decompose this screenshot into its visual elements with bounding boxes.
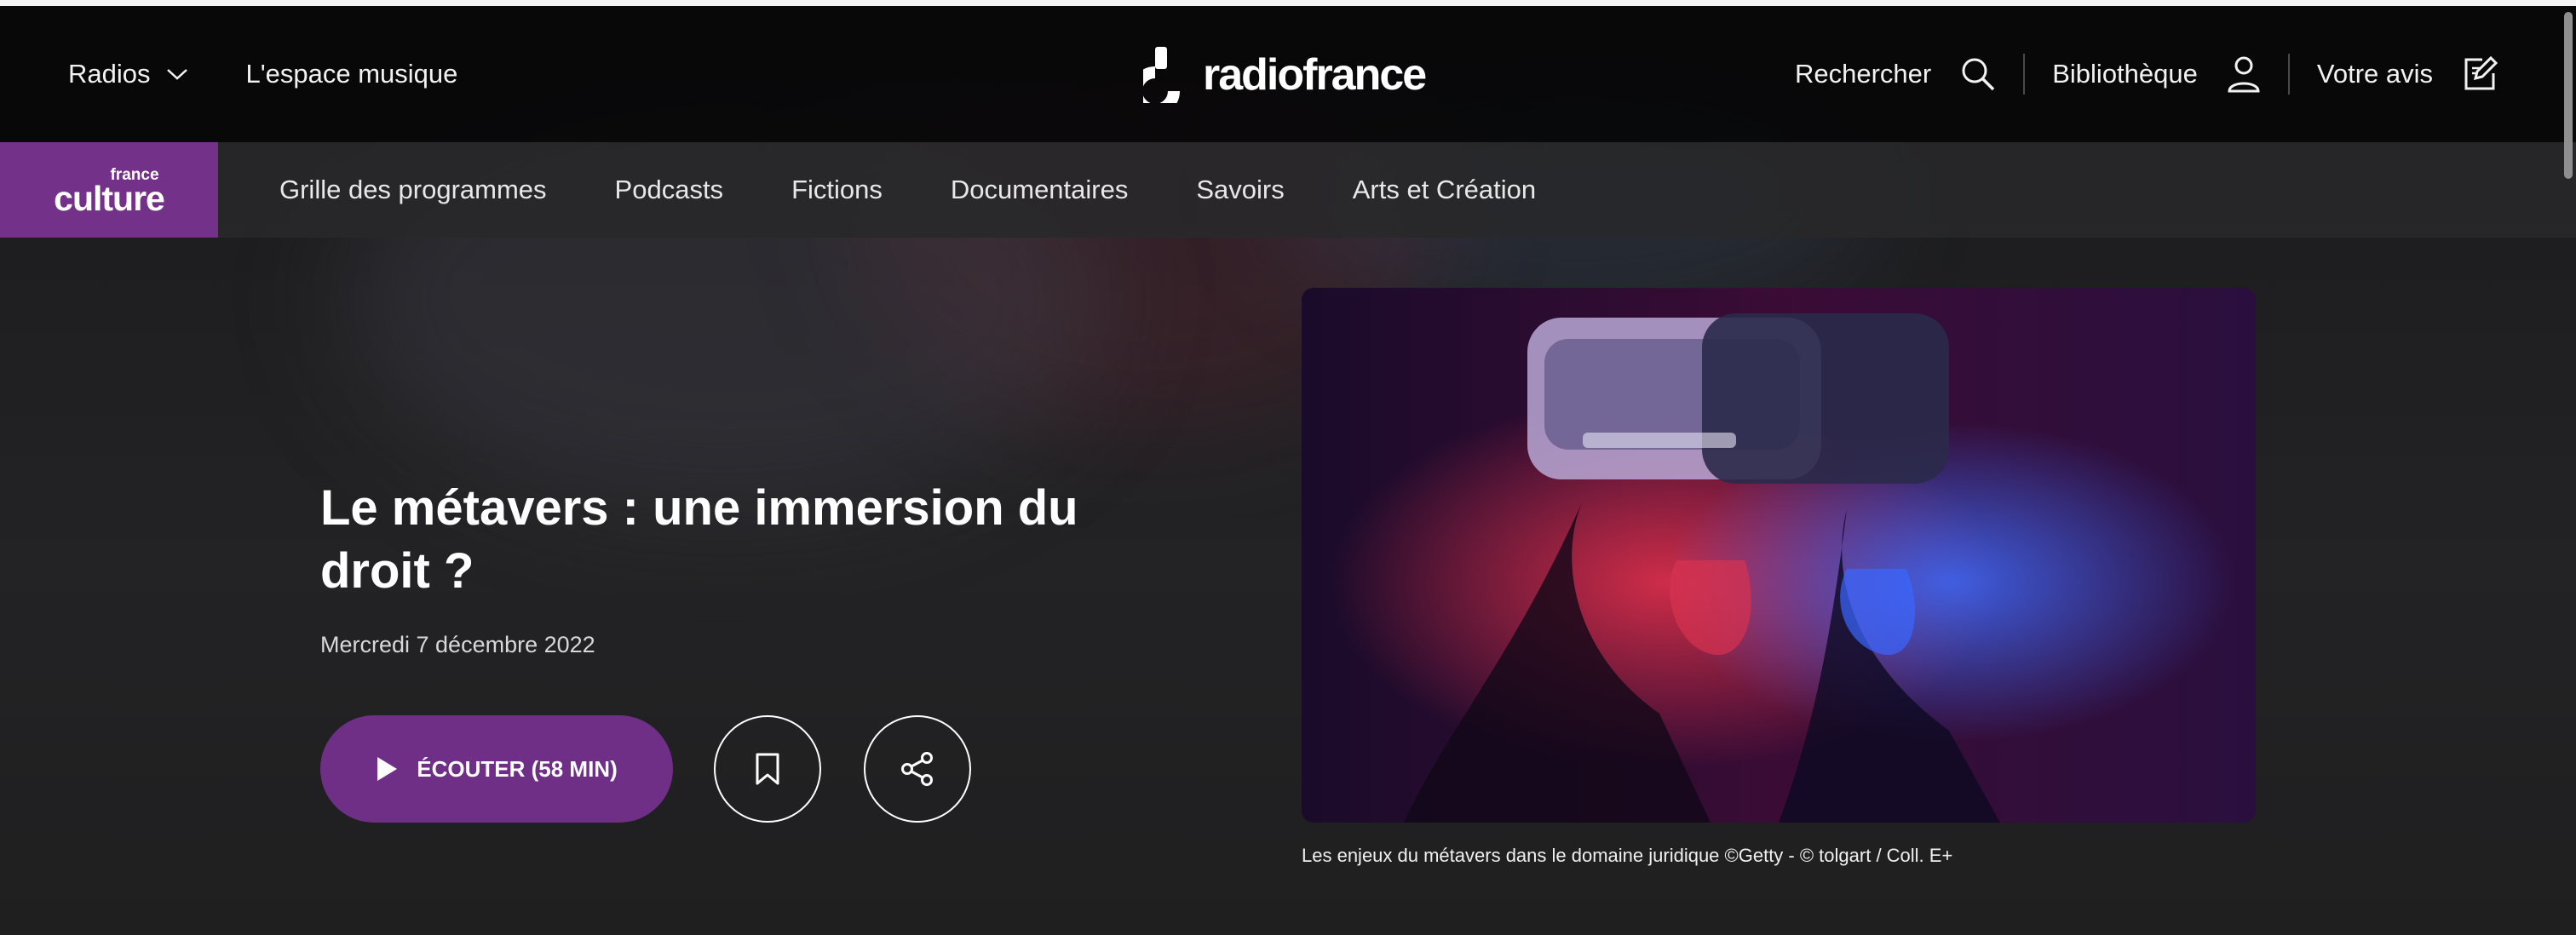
header-right-nav: Rechercher Bibliothèque Votre avis	[1795, 6, 2498, 142]
library-button[interactable]: Bibliothèque	[2052, 55, 2261, 93]
header-left-nav: Radios L'espace musique	[68, 6, 457, 142]
image-caption: Les enjeux du métavers dans le domaine j…	[1302, 845, 1953, 866]
vr-headset-illustration	[1302, 288, 2256, 823]
subnav-item-savoirs[interactable]: Savoirs	[1196, 175, 1284, 205]
user-icon	[2228, 56, 2260, 93]
radiofrance-logo-icon	[1143, 47, 1180, 103]
episode-date: Mercredi 7 décembre 2022	[320, 632, 595, 657]
episode-image	[1302, 288, 2256, 823]
header-divider	[2023, 54, 2026, 95]
edit-icon	[2464, 56, 2498, 90]
top-header: Radios L'espace musique radiofrance Rech…	[0, 6, 2576, 142]
header-divider	[2287, 54, 2290, 95]
subnav-item-grille[interactable]: Grille des programmes	[279, 175, 547, 205]
page-scrollbar[interactable]	[2564, 12, 2573, 179]
share-button[interactable]	[864, 715, 971, 823]
station-subnav: france culture Grille des programmes Pod…	[0, 142, 2576, 238]
music-space-label: L'espace musique	[245, 59, 458, 89]
feedback-button[interactable]: Votre avis	[2317, 56, 2498, 92]
listen-label: ÉCOUTER (58 MIN)	[417, 755, 618, 782]
feedback-label: Votre avis	[2316, 59, 2433, 89]
top-border	[0, 0, 2576, 6]
radios-label: Radios	[68, 59, 151, 89]
subnav-item-fictions[interactable]: Fictions	[791, 175, 883, 205]
play-icon	[377, 757, 398, 781]
listen-button[interactable]: ÉCOUTER (58 MIN)	[320, 715, 673, 823]
chevron-down-icon	[166, 69, 187, 80]
bookmark-button[interactable]	[714, 715, 821, 823]
search-icon	[1962, 58, 1995, 91]
search-button[interactable]: Rechercher	[1795, 56, 1996, 92]
subnav-links: Grille des programmes Podcasts Fictions …	[279, 142, 1536, 238]
episode-title: Le métavers : une immersion du droit ?	[320, 480, 1078, 599]
subnav-item-arts[interactable]: Arts et Création	[1353, 175, 1536, 205]
brand-name: radiofrance	[1203, 50, 1427, 100]
subnav-item-podcasts[interactable]: Podcasts	[615, 175, 724, 205]
radios-dropdown[interactable]: Radios	[68, 59, 188, 89]
subnav-item-documentaires[interactable]: Documentaires	[951, 175, 1128, 205]
share-icon	[901, 752, 933, 786]
logo-culture-text: culture	[54, 178, 165, 218]
search-label: Rechercher	[1794, 59, 1932, 89]
france-culture-logo[interactable]: france culture	[0, 142, 218, 238]
bookmark-icon	[756, 753, 779, 785]
music-space-link[interactable]: L'espace musique	[246, 59, 458, 89]
library-label: Bibliothèque	[2052, 59, 2198, 89]
radiofrance-logo[interactable]: radiofrance	[1143, 47, 1427, 103]
